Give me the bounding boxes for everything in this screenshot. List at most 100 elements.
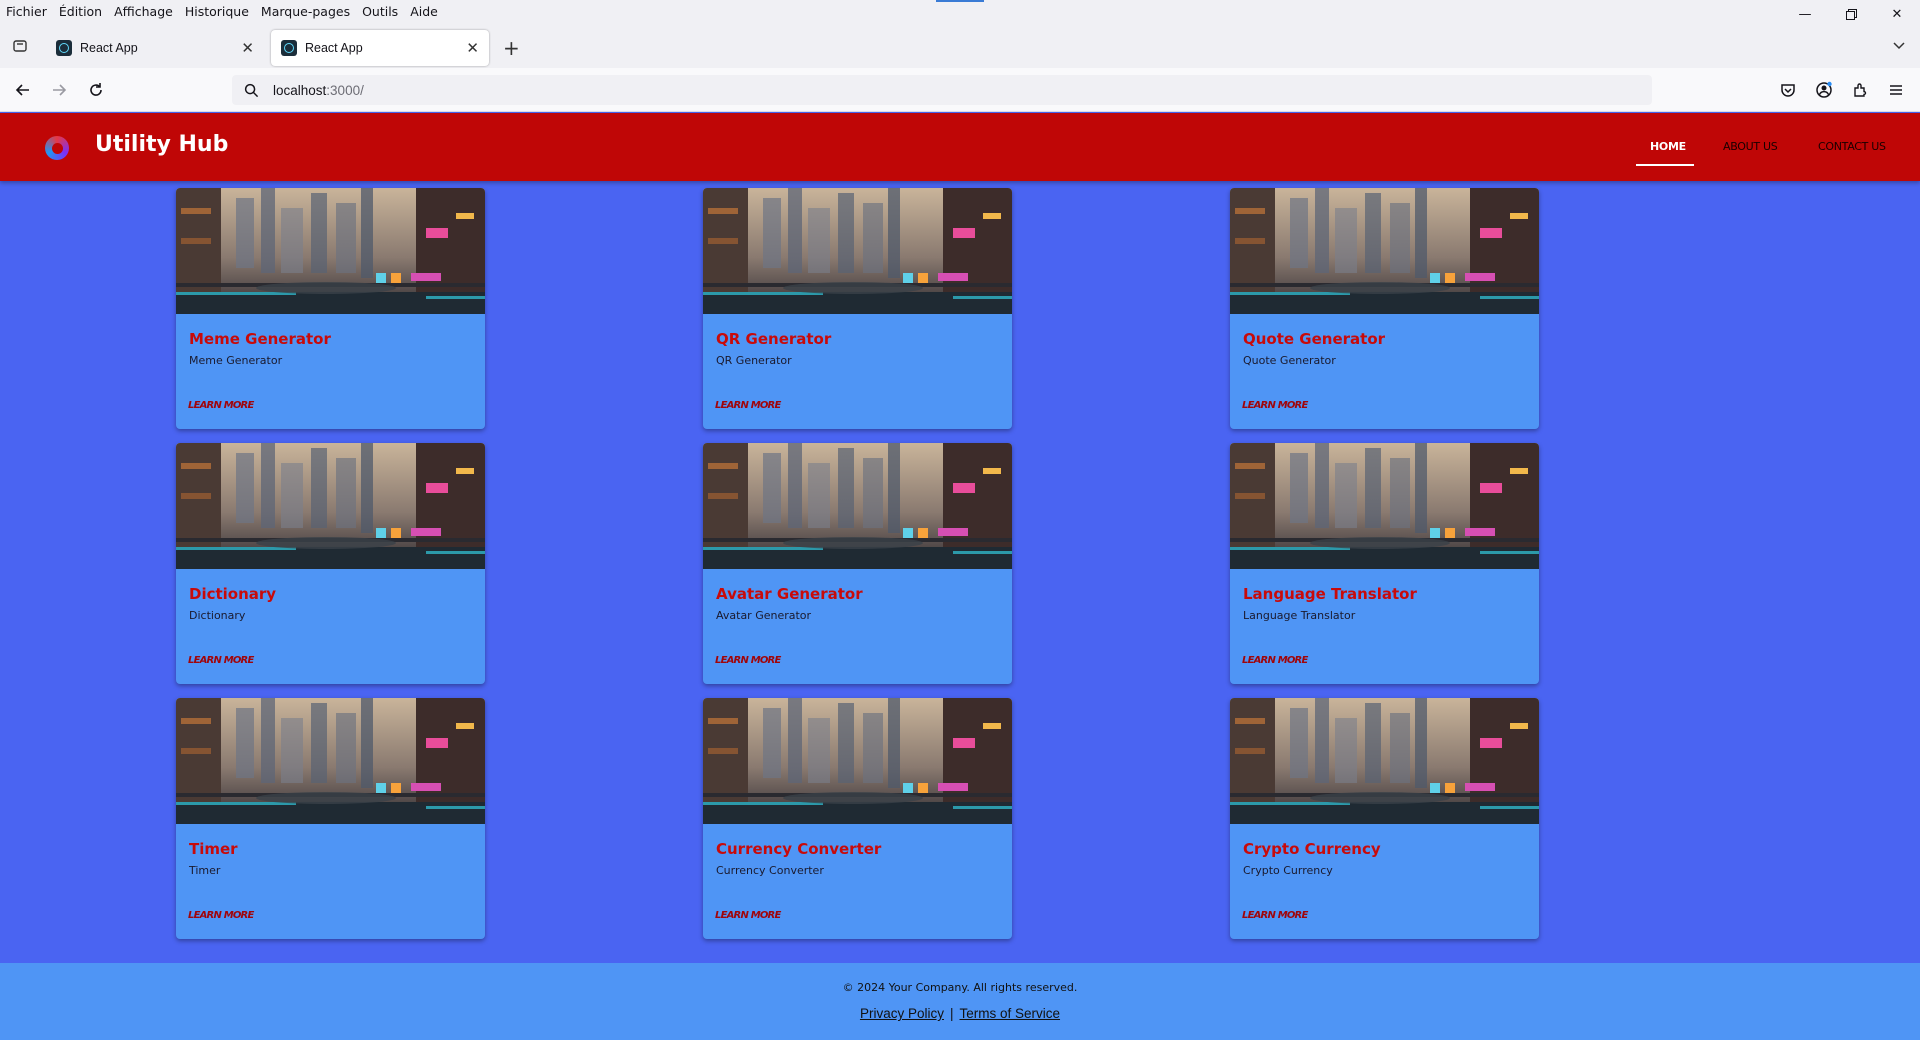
browser-menubar: Fichier Édition Affichage Historique Mar… (0, 0, 1920, 22)
tab-title: React App (80, 41, 138, 55)
city-image (1230, 443, 1539, 569)
chevron-down-icon[interactable] (1892, 38, 1906, 57)
learn-more-button[interactable]: LEARN MORE (1242, 400, 1308, 411)
nav-home[interactable]: HOME (1650, 140, 1686, 153)
city-image (703, 188, 1012, 314)
footer-links: Privacy Policy | Terms of Service (0, 1006, 1920, 1021)
pocket-icon[interactable] (1776, 78, 1800, 102)
learn-more-button[interactable]: LEARN MORE (188, 400, 254, 411)
tool-card[interactable]: QR Generator QR Generator LEARN MORE (703, 188, 1012, 429)
privacy-policy-link[interactable]: Privacy Policy (860, 1006, 944, 1021)
card-description: QR Generator (716, 354, 792, 367)
terms-of-service-link[interactable]: Terms of Service (960, 1006, 1061, 1021)
footer: © 2024 Your Company. All rights reserved… (0, 963, 1920, 1040)
card-description: Quote Generator (1243, 354, 1336, 367)
page-content: Utility Hub HOME ABOUT US CONTACT US Mem… (0, 113, 1920, 1040)
city-image (176, 188, 485, 314)
copyright-text: © 2024 Your Company. All rights reserved… (842, 981, 1078, 994)
card-description: Currency Converter (716, 864, 824, 877)
url-text: localhost:3000/ (273, 83, 364, 98)
learn-more-button[interactable]: LEARN MORE (1242, 910, 1308, 921)
city-image (1230, 188, 1539, 314)
close-tab-icon[interactable]: ✕ (466, 39, 479, 57)
card-title: Dictionary (189, 585, 277, 603)
card-image (176, 443, 485, 569)
address-bar[interactable]: localhost:3000/ (232, 75, 1652, 105)
card-description: Meme Generator (189, 354, 283, 367)
browser-tab[interactable]: React App ✕ (46, 30, 264, 66)
drag-indicator (936, 0, 984, 2)
tool-card[interactable]: Dictionary Dictionary LEARN MORE (176, 443, 485, 684)
browser-tab-active[interactable]: React App ✕ (271, 30, 489, 66)
card-description: Timer (189, 864, 221, 877)
menu-edition[interactable]: Édition (59, 4, 102, 19)
card-description: Language Translator (1243, 609, 1356, 622)
card-image (703, 698, 1012, 824)
reload-icon[interactable] (84, 78, 108, 102)
menu-marque-pages[interactable]: Marque-pages (261, 4, 350, 19)
learn-more-button[interactable]: LEARN MORE (188, 910, 254, 921)
card-description: Crypto Currency (1243, 864, 1333, 877)
learn-more-button[interactable]: LEARN MORE (715, 400, 781, 411)
nav-contact-us[interactable]: CONTACT US (1818, 140, 1886, 153)
card-title: Meme Generator (189, 330, 331, 348)
learn-more-button[interactable]: LEARN MORE (715, 910, 781, 921)
card-description: Avatar Generator (716, 609, 812, 622)
menu-historique[interactable]: Historique (185, 4, 249, 19)
card-image (1230, 443, 1539, 569)
tab-title: React App (305, 41, 363, 55)
menu-outils[interactable]: Outils (362, 4, 398, 19)
card-title: Quote Generator (1243, 330, 1386, 348)
city-image (703, 698, 1012, 824)
city-image (1230, 698, 1539, 824)
tool-card[interactable]: Currency Converter Currency Converter LE… (703, 698, 1012, 939)
firefox-view-icon[interactable] (8, 34, 32, 58)
city-image (703, 443, 1012, 569)
close-tab-icon[interactable]: ✕ (241, 39, 254, 57)
tool-card[interactable]: Language Translator Language Translator … (1230, 443, 1539, 684)
city-image (176, 698, 485, 824)
hamburger-menu-icon[interactable] (1884, 78, 1908, 102)
footer-separator: | (949, 1006, 954, 1021)
react-favicon-icon (281, 40, 297, 56)
card-image (176, 188, 485, 314)
card-image (703, 188, 1012, 314)
tool-card[interactable]: Meme Generator Meme Generator LEARN MORE (176, 188, 485, 429)
learn-more-button[interactable]: LEARN MORE (715, 655, 781, 666)
card-title: Crypto Currency (1243, 840, 1381, 858)
navigation-toolbar: localhost:3000/ (0, 68, 1920, 112)
learn-more-button[interactable]: LEARN MORE (1242, 655, 1308, 666)
url-port: :3000/ (326, 82, 364, 98)
menu-affichage[interactable]: Affichage (114, 4, 173, 19)
url-host: localhost (273, 82, 327, 98)
card-title: QR Generator (716, 330, 832, 348)
brand-title[interactable]: Utility Hub (95, 132, 228, 157)
react-favicon-icon (56, 40, 72, 56)
card-title: Avatar Generator (716, 585, 863, 603)
city-image (176, 443, 485, 569)
new-tab-icon[interactable]: + (503, 38, 520, 58)
card-image (703, 443, 1012, 569)
nav-active-underline (1636, 164, 1694, 166)
menu-aide[interactable]: Aide (410, 4, 438, 19)
card-title: Currency Converter (716, 840, 882, 858)
learn-more-button[interactable]: LEARN MORE (188, 655, 254, 666)
forward-icon[interactable] (47, 78, 71, 102)
tool-card[interactable]: Timer Timer LEARN MORE (176, 698, 485, 939)
extensions-icon[interactable] (1848, 78, 1872, 102)
card-image (1230, 698, 1539, 824)
menu-fichier[interactable]: Fichier (6, 4, 47, 19)
card-image (1230, 188, 1539, 314)
back-icon[interactable] (11, 78, 35, 102)
tab-bar: React App ✕ React App ✕ + (0, 22, 1920, 68)
nav-about-us[interactable]: ABOUT US (1723, 140, 1778, 153)
card-image (176, 698, 485, 824)
tool-card[interactable]: Avatar Generator Avatar Generator LEARN … (703, 443, 1012, 684)
card-description: Dictionary (189, 609, 246, 622)
card-title: Timer (189, 840, 238, 858)
tool-card[interactable]: Crypto Currency Crypto Currency LEARN MO… (1230, 698, 1539, 939)
search-icon (244, 83, 259, 97)
account-icon[interactable] (1812, 78, 1836, 102)
app-logo-icon[interactable] (45, 136, 69, 160)
tool-card[interactable]: Quote Generator Quote Generator LEARN MO… (1230, 188, 1539, 429)
